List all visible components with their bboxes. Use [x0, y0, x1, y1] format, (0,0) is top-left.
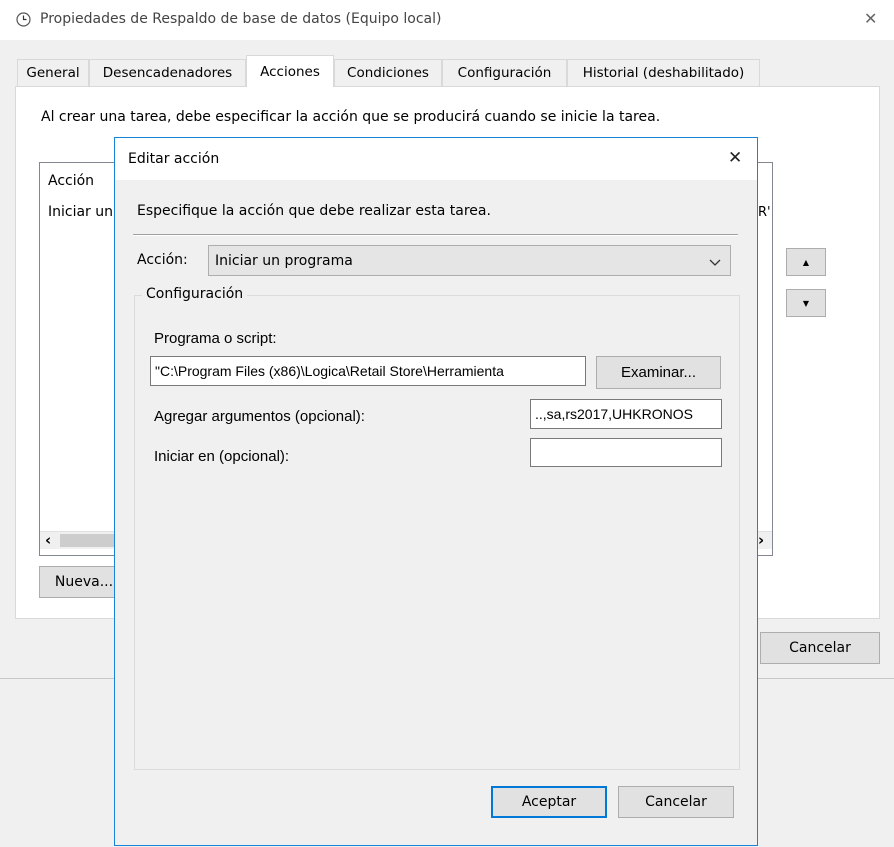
tab-general[interactable]: General	[17, 59, 89, 86]
list-row-partial[interactable]: Iniciar un	[48, 204, 113, 220]
list-header-partial: R'	[758, 205, 771, 220]
action-select[interactable]: Iniciar un programa	[208, 245, 731, 276]
edit-action-dialog: Editar acción ✕ Especifique la acción qu…	[114, 137, 758, 846]
tab-historial[interactable]: Historial (deshabilitado)	[567, 59, 760, 86]
action-select-value: Iniciar un programa	[215, 253, 353, 269]
main-close-icon[interactable]: ✕	[864, 9, 877, 28]
dialog-titlebar: Editar acción ✕	[115, 138, 757, 180]
main-cancel-button[interactable]: Cancelar	[760, 632, 880, 664]
config-group-label: Configuración	[142, 286, 248, 302]
dialog-title: Editar acción	[128, 151, 220, 167]
start-in-label: Iniciar en (opcional):	[154, 448, 290, 465]
scroll-right-icon[interactable]: ›	[758, 531, 764, 549]
dialog-instruction: Especifique la acción que debe realizar …	[137, 203, 491, 219]
scroll-left-icon[interactable]: ‹	[45, 531, 51, 549]
ok-button[interactable]: Aceptar	[491, 786, 607, 818]
main-titlebar: Propiedades de Respaldo de base de datos…	[0, 0, 894, 40]
program-input[interactable]: "C:\Program Files (x86)\Logica\Retail St…	[150, 356, 586, 386]
actions-description: Al crear una tarea, debe especificar la …	[41, 109, 661, 125]
main-window-title: Propiedades de Respaldo de base de datos…	[40, 11, 442, 27]
action-label: Acción:	[137, 252, 188, 268]
scrollbar-thumb[interactable]	[60, 534, 120, 547]
browse-button[interactable]: Examinar...	[596, 356, 721, 389]
tab-desencadenadores[interactable]: Desencadenadores	[89, 59, 246, 86]
separator	[133, 234, 738, 236]
move-up-button[interactable]: ▲	[786, 248, 826, 276]
program-label: Programa o script:	[154, 330, 277, 347]
dialog-cancel-button[interactable]: Cancelar	[618, 786, 734, 818]
dialog-close-icon[interactable]: ✕	[728, 148, 742, 168]
tab-acciones[interactable]: Acciones	[246, 55, 334, 87]
clock-icon	[16, 12, 31, 27]
tab-configuracion[interactable]: Configuración	[442, 59, 567, 86]
arrow-down-icon: ▼	[802, 298, 810, 308]
arrow-up-icon: ▲	[802, 257, 810, 267]
move-down-button[interactable]: ▼	[786, 289, 826, 317]
chevron-down-icon	[709, 256, 721, 271]
tab-condiciones[interactable]: Condiciones	[334, 59, 442, 86]
list-header-accion[interactable]: Acción	[48, 173, 94, 189]
args-label: Agregar argumentos (opcional):	[154, 408, 365, 425]
args-input[interactable]: ..,sa,rs2017,UHKRONOS	[530, 399, 722, 429]
start-in-input[interactable]	[530, 438, 722, 467]
